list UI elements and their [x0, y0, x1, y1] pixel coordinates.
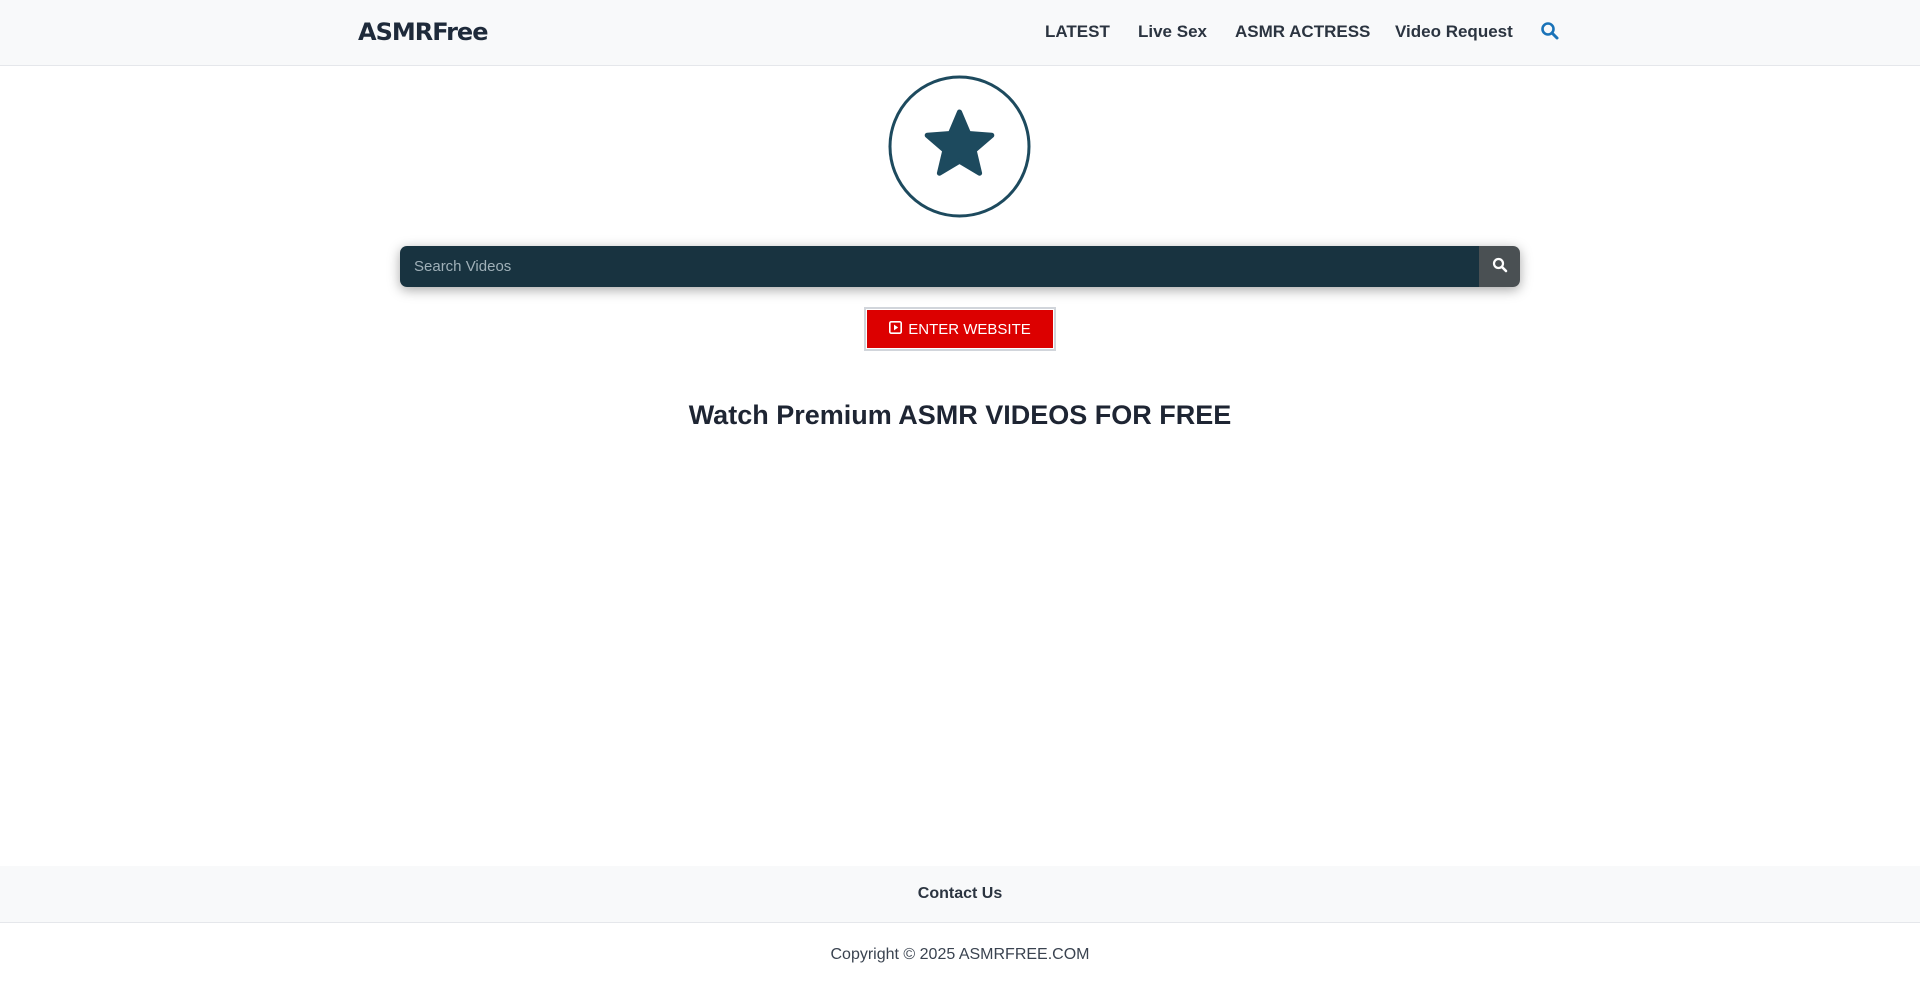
nav-item-video-request[interactable]: Video Request	[1395, 22, 1513, 42]
page-headline: Watch Premium ASMR VIDEOS FOR FREE	[688, 400, 1232, 430]
nav-item-asmr-actress[interactable]: ASMR ACTRESS	[1235, 22, 1370, 42]
star-badge	[888, 75, 1031, 218]
video-search-bar	[400, 246, 1520, 287]
site-header: ASMRFree LATEST Live Sex ASMR ACTRESS Vi…	[0, 0, 1920, 66]
copyright-text: Copyright © 2025 ASMRFREE.COM	[830, 946, 1090, 963]
play-square-icon	[889, 320, 903, 338]
footer-bar: Contact Us	[0, 866, 1920, 923]
site-logo[interactable]: ASMRFree	[358, 18, 488, 46]
search-button[interactable]	[1479, 246, 1520, 287]
enter-website-button[interactable]: ENTER WEBSITE	[864, 307, 1056, 351]
nav-item-live-sex[interactable]: Live Sex	[1138, 22, 1207, 42]
enter-website-label: ENTER WEBSITE	[908, 320, 1031, 338]
search-icon[interactable]	[1540, 21, 1560, 41]
star-icon	[888, 75, 1031, 218]
search-icon	[1492, 257, 1508, 276]
contact-us-link[interactable]: Contact Us	[918, 885, 1002, 903]
nav-item-latest[interactable]: LATEST	[1045, 22, 1110, 42]
search-input[interactable]	[400, 246, 1479, 287]
